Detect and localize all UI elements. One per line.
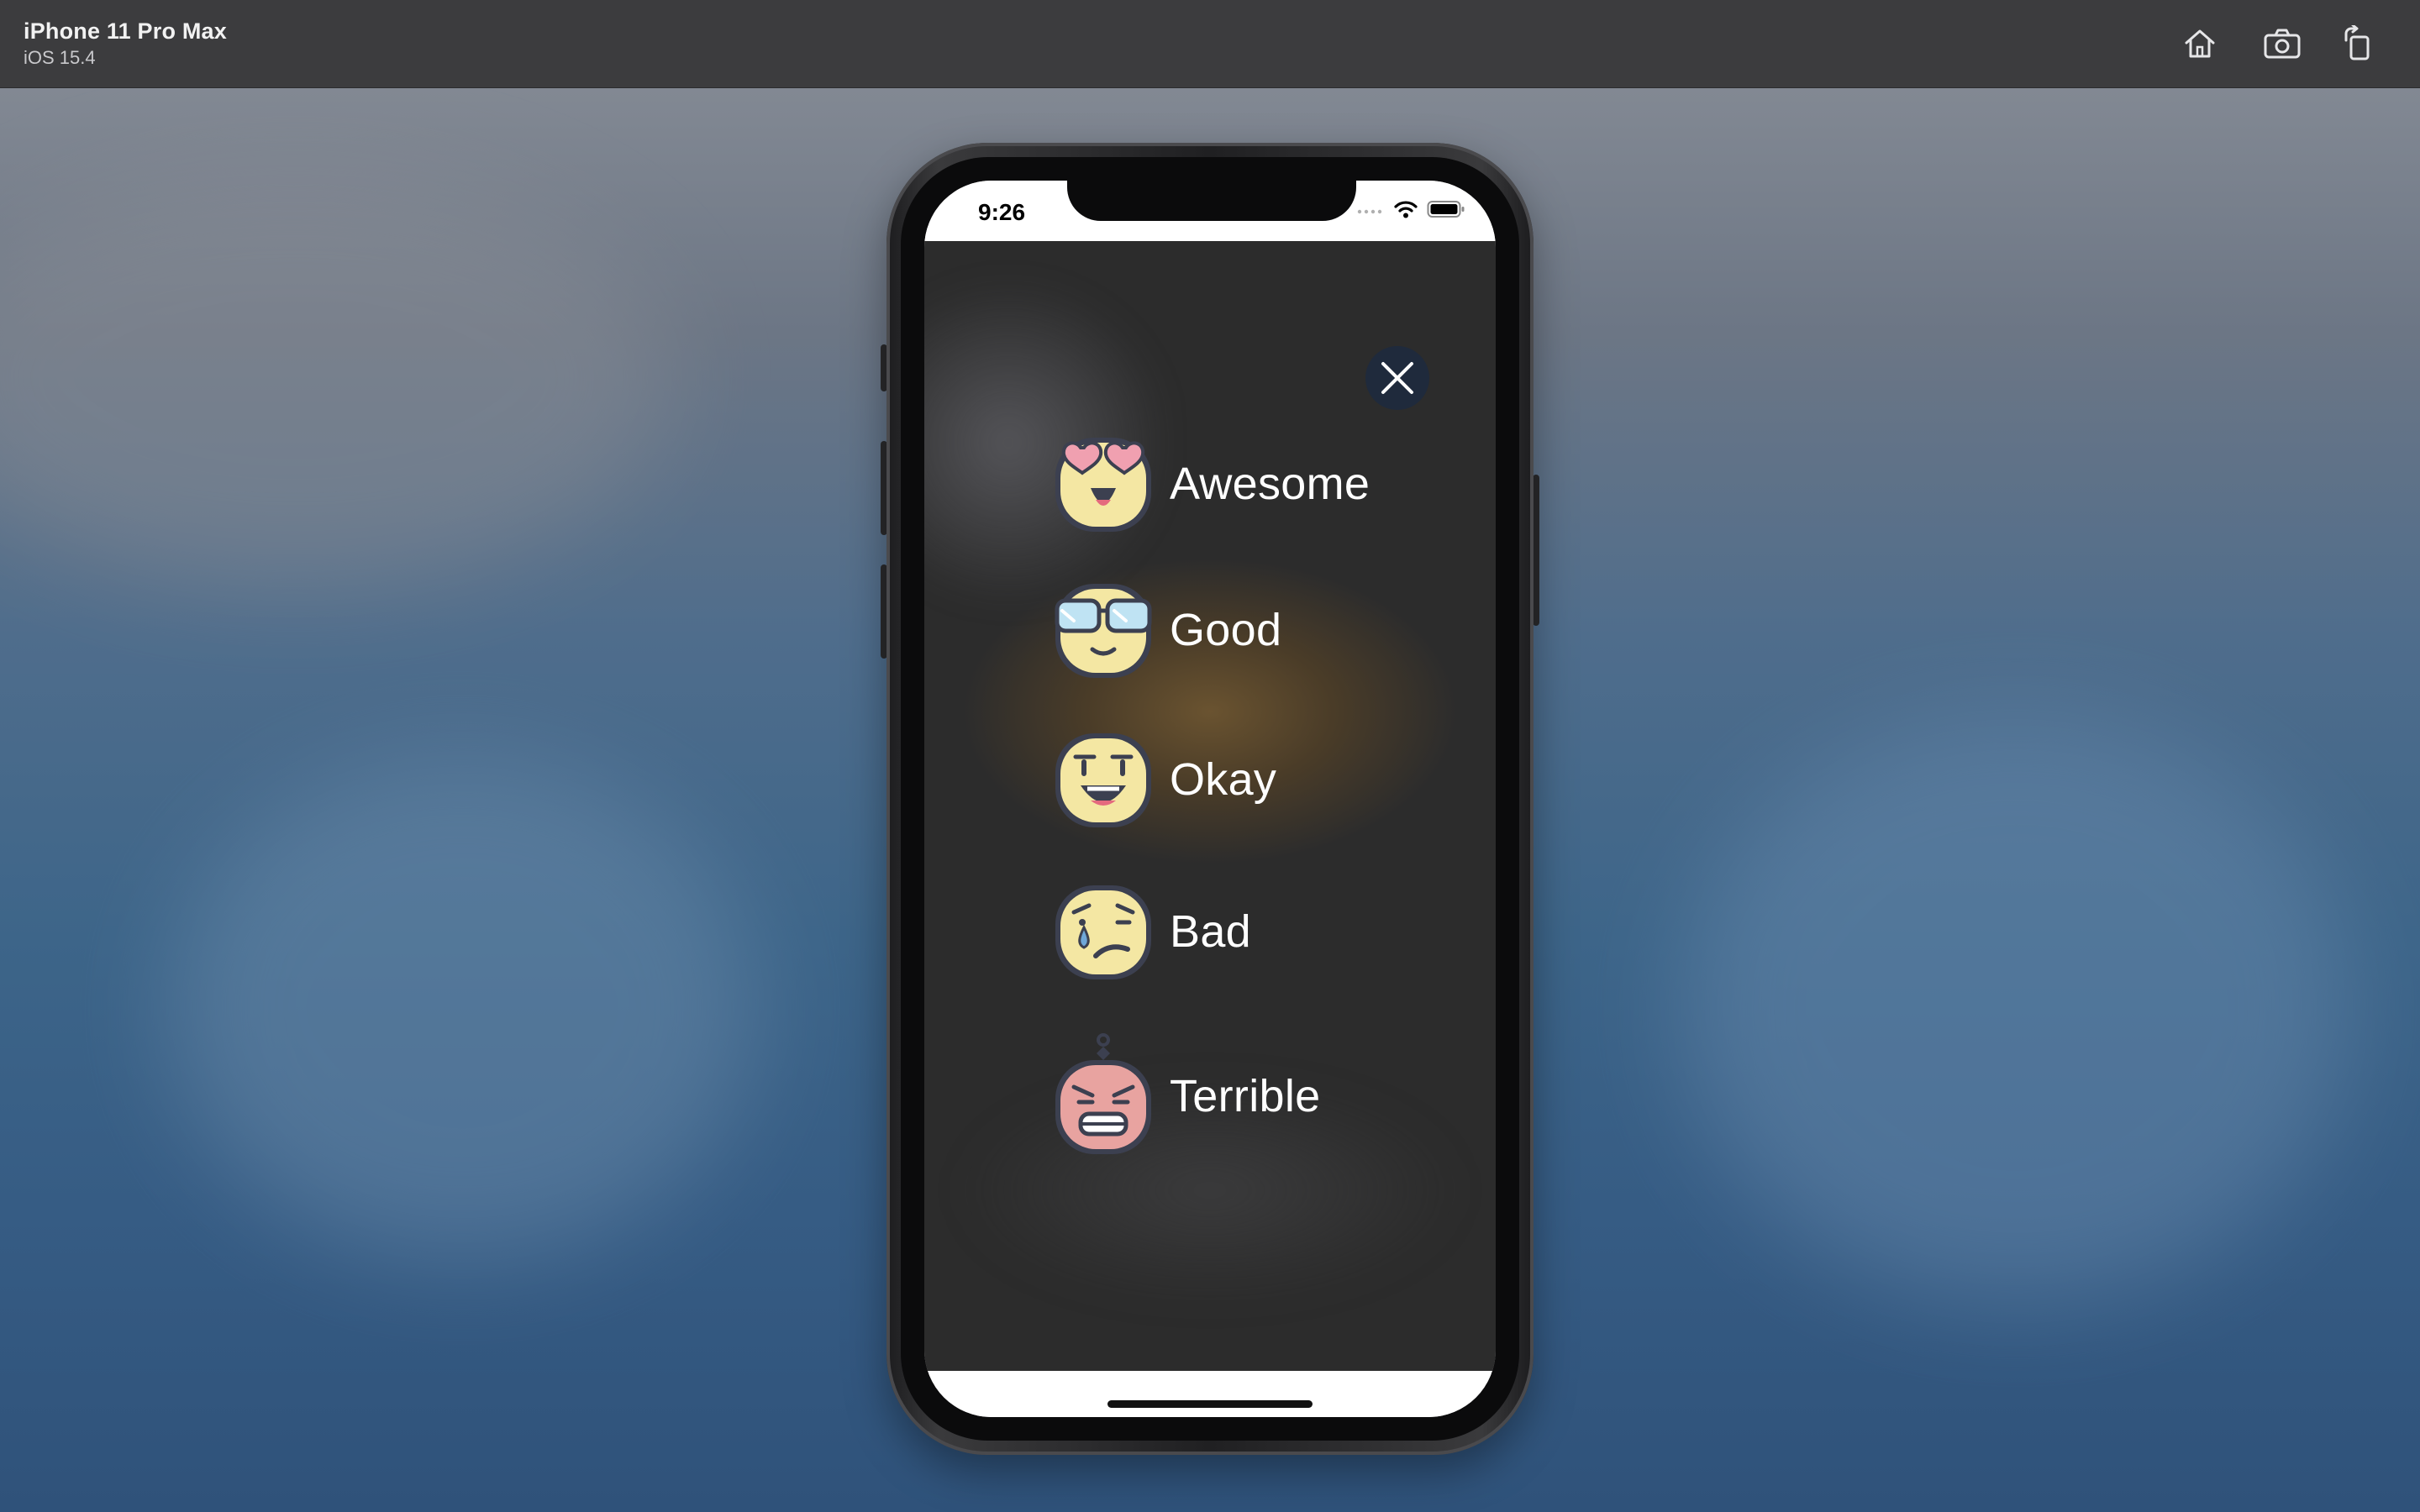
- simulator-titlebar: iPhone 11 Pro Max iOS 15.4: [0, 0, 2420, 88]
- phone-screen: 9:26 Awesome Good Okay Bad Terrible: [924, 181, 1496, 1417]
- status-icons: [1356, 199, 1465, 223]
- home-indicator-area: [924, 1371, 1496, 1417]
- background-blur: [168, 756, 756, 1260]
- mood-picker-modal: Awesome Good Okay Bad Terrible: [924, 241, 1496, 1371]
- rotate-icon[interactable]: [2336, 22, 2380, 66]
- background-blur: [1681, 714, 2353, 1302]
- os-version: iOS 15.4: [24, 47, 96, 68]
- mood-option-awesome[interactable]: Awesome: [1050, 429, 1370, 538]
- close-icon: [1381, 362, 1413, 394]
- angry-face-icon: [1055, 1033, 1151, 1154]
- sunglasses-face-icon: [1055, 584, 1152, 678]
- close-button[interactable]: [1365, 346, 1429, 410]
- mood-option-terrible[interactable]: Terrible: [1050, 1029, 1320, 1163]
- mood-label-good: Good: [1170, 605, 1282, 655]
- battery-icon: [1427, 200, 1465, 223]
- status-bar: 9:26: [924, 181, 1496, 241]
- neutral-open-mouth-face-icon: [1055, 733, 1151, 827]
- mood-label-bad: Bad: [1170, 906, 1251, 957]
- mood-label-terrible: Terrible: [1170, 1071, 1321, 1121]
- cellular-icon: [1356, 203, 1385, 219]
- mood-option-okay[interactable]: Okay: [1050, 725, 1276, 834]
- background-blur: [0, 168, 672, 588]
- wifi-icon: [1393, 199, 1418, 223]
- status-time: 9:26: [978, 199, 1026, 225]
- mood-label-awesome: Awesome: [1170, 459, 1370, 509]
- home-icon[interactable]: [2178, 22, 2222, 66]
- mood-option-good[interactable]: Good: [1050, 575, 1281, 685]
- screenshot-camera-icon[interactable]: [2260, 22, 2304, 66]
- home-indicator[interactable]: [1107, 1400, 1313, 1408]
- power-button: [1533, 475, 1539, 626]
- crying-face-icon: [1055, 885, 1151, 979]
- heart-eyes-face-icon: [1055, 438, 1151, 532]
- mood-label-okay: Okay: [1170, 754, 1277, 805]
- mood-option-bad[interactable]: Bad: [1050, 877, 1251, 986]
- notch: [1067, 181, 1356, 221]
- device-name: iPhone 11 Pro Max: [24, 18, 227, 44]
